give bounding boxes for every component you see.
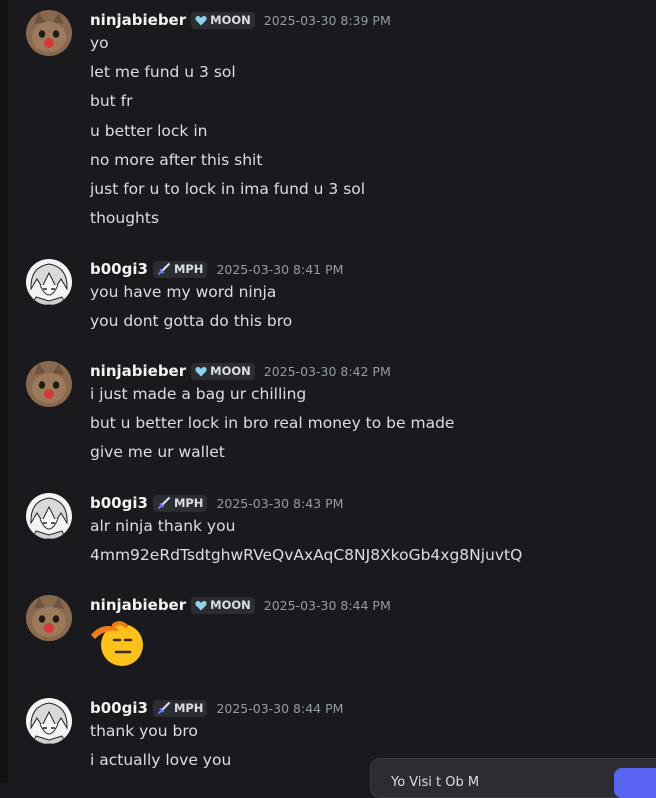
message-line: alr ninja thank you bbox=[90, 517, 236, 535]
message-content: you have my word ninja you dont gotta do… bbox=[90, 281, 292, 339]
message-line: thoughts bbox=[90, 209, 160, 228]
message: ninjabieber MOON 2025-03-30 8:42 PM i ju… bbox=[26, 361, 646, 469]
heart-icon bbox=[195, 600, 207, 610]
saluting-face-icon bbox=[91, 621, 143, 666]
badge-label: MOON bbox=[210, 598, 251, 612]
timestamp: 2025-03-30 8:42 PM bbox=[263, 363, 391, 379]
username[interactable]: b00gi3 bbox=[90, 494, 148, 512]
role-badge[interactable]: MPH bbox=[152, 260, 208, 278]
message-line: you dont gotta do this bro bbox=[90, 312, 293, 331]
avatar[interactable] bbox=[26, 10, 72, 56]
timestamp: 2025-03-30 8:44 PM bbox=[216, 700, 344, 716]
username[interactable]: ninjabieber bbox=[90, 596, 186, 614]
left-edge-divider bbox=[0, 0, 8, 783]
message-line: yo bbox=[90, 34, 109, 52]
message-header: ninjabieber MOON 2025-03-30 8:44 PM bbox=[90, 595, 391, 615]
message-content: thank you bro i actually love you bbox=[90, 720, 231, 778]
avatar[interactable] bbox=[26, 698, 72, 744]
message-line: no more after this shit bbox=[90, 150, 263, 169]
message-line: you have my word ninja bbox=[90, 283, 277, 301]
cat-avatar-icon bbox=[26, 10, 72, 56]
username[interactable]: b00gi3 bbox=[90, 260, 148, 278]
sword-icon bbox=[157, 262, 171, 276]
message-line: but fr bbox=[90, 92, 133, 111]
message-header: ninjabieber MOON 2025-03-30 8:39 PM bbox=[90, 10, 391, 30]
heart-icon bbox=[195, 366, 207, 376]
message-line: just for u to lock in ima fund u 3 sol bbox=[90, 179, 366, 198]
message-line: i just made a bag ur chilling bbox=[90, 385, 307, 403]
message-header: ninjabieber MOON 2025-03-30 8:42 PM bbox=[90, 361, 391, 381]
cat-avatar-icon bbox=[26, 595, 72, 641]
username[interactable]: b00gi3 bbox=[90, 699, 148, 717]
message-line: 4mm92eRdTsdtghwRVeQvAxAqC8NJ8XkoGb4xg8Nj… bbox=[90, 546, 523, 565]
message: ninjabieber MOON 2025-03-30 8:39 PM yo l… bbox=[26, 10, 646, 240]
badge-label: MPH bbox=[173, 496, 204, 510]
badge-label: MOON bbox=[210, 364, 251, 378]
avatar[interactable] bbox=[26, 493, 72, 539]
role-badge[interactable]: MOON bbox=[191, 596, 255, 614]
sword-icon bbox=[157, 496, 171, 510]
message-line: u better lock in bbox=[90, 121, 208, 140]
badge-label: MPH bbox=[173, 701, 204, 715]
anime-avatar-icon bbox=[26, 259, 72, 305]
message-content: yo let me fund u 3 sol but fr u better l… bbox=[90, 32, 365, 236]
timestamp: 2025-03-30 8:43 PM bbox=[216, 495, 344, 511]
avatar[interactable] bbox=[26, 595, 72, 641]
message-line: i actually love you bbox=[90, 751, 232, 770]
message: ninjabieber MOON 2025-03-30 8:44 PM bbox=[26, 595, 646, 675]
message-header: b00gi3 MPH 2025-03-30 8:44 PM bbox=[90, 698, 343, 718]
timestamp: 2025-03-30 8:44 PM bbox=[263, 597, 391, 613]
timestamp: 2025-03-30 8:41 PM bbox=[216, 261, 344, 277]
message-header: b00gi3 MPH 2025-03-30 8:41 PM bbox=[90, 259, 343, 279]
saluting-face-emoji[interactable] bbox=[90, 615, 146, 667]
username[interactable]: ninjabieber bbox=[90, 11, 186, 29]
role-badge[interactable]: MOON bbox=[191, 362, 255, 380]
badge-label: MOON bbox=[210, 13, 251, 27]
avatar[interactable] bbox=[26, 361, 72, 407]
message-line: thank you bro bbox=[90, 722, 198, 740]
message: b00gi3 MPH 2025-03-30 8:43 PM alr ninja … bbox=[26, 493, 646, 573]
avatar[interactable] bbox=[26, 259, 72, 305]
username[interactable]: ninjabieber bbox=[90, 362, 186, 380]
anime-avatar-icon bbox=[26, 493, 72, 539]
timestamp: 2025-03-30 8:39 PM bbox=[263, 12, 391, 28]
badge-label: MPH bbox=[173, 262, 204, 276]
action-button[interactable] bbox=[614, 768, 656, 798]
message-content: alr ninja thank you 4mm92eRdTsdtghwRVeQv… bbox=[90, 515, 522, 573]
sword-icon bbox=[157, 701, 171, 715]
anime-avatar-icon bbox=[26, 698, 72, 744]
message-content: i just made a bag ur chilling but u bett… bbox=[90, 383, 454, 471]
role-badge[interactable]: MPH bbox=[152, 699, 208, 717]
role-badge[interactable]: MOON bbox=[191, 11, 255, 29]
message: b00gi3 MPH 2025-03-30 8:41 PM you have m… bbox=[26, 259, 646, 339]
message-header: b00gi3 MPH 2025-03-30 8:43 PM bbox=[90, 493, 343, 513]
message-line: give me ur wallet bbox=[90, 443, 225, 462]
heart-icon bbox=[195, 15, 207, 25]
role-badge[interactable]: MPH bbox=[152, 494, 208, 512]
message-line: let me fund u 3 sol bbox=[90, 63, 236, 82]
cat-avatar-icon bbox=[26, 361, 72, 407]
message-line: but u better lock in bro real money to b… bbox=[90, 414, 455, 433]
